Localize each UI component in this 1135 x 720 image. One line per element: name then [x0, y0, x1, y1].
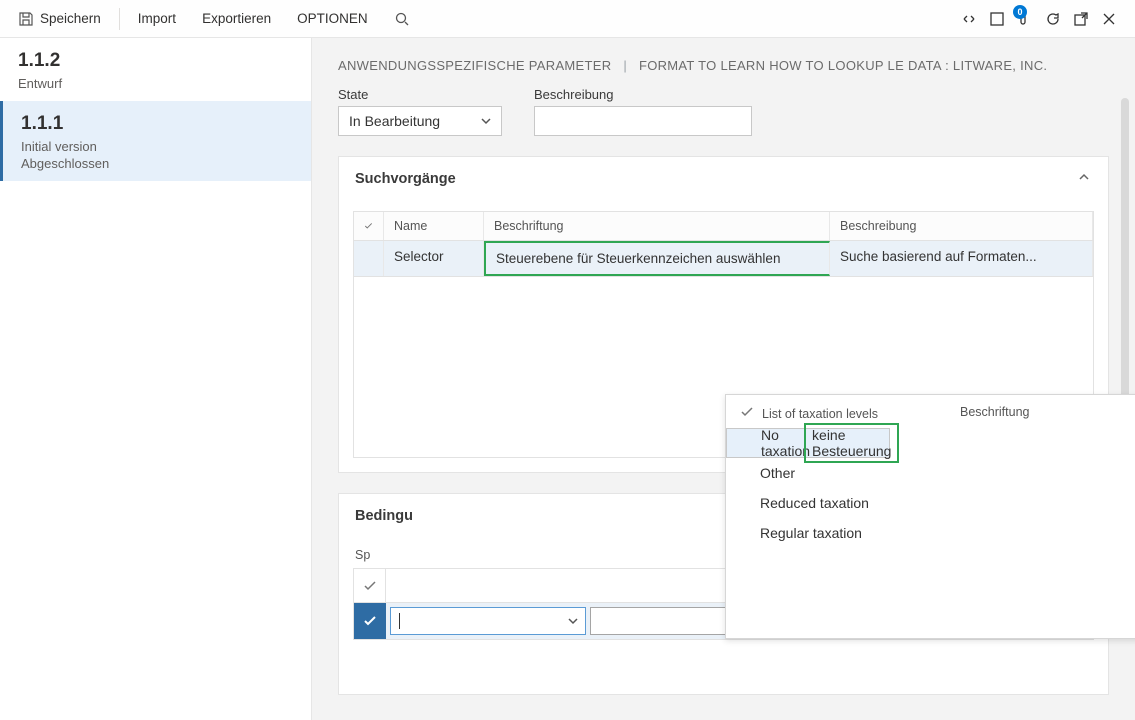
chevron-down-icon [479, 114, 493, 131]
dropdown-label: keine Besteuerung [810, 425, 893, 461]
taxation-dropdown: List of taxation levels Beschriftung No … [725, 394, 1135, 639]
condition-taxlevel-select[interactable] [390, 607, 586, 635]
description-field: Beschreibung [534, 87, 752, 136]
app-toolbar: Speichern Import Exportieren OPTIONEN 0 [0, 0, 1135, 38]
app-switcher-icon[interactable] [961, 11, 977, 27]
import-button[interactable]: Import [128, 4, 186, 34]
dropdown-header: List of taxation levels Beschriftung [726, 395, 1135, 428]
lookups-grid-header: Name Beschriftung Beschreibung [354, 212, 1093, 241]
row-label: Steuerebene für Steuerkennzeichen auswäh… [484, 241, 830, 276]
row-description: Suche basierend auf Formaten... [830, 241, 1093, 276]
lookups-header[interactable]: Suchvorgänge [339, 157, 1108, 201]
breadcrumb: ANWENDUNGSSPEZIFISCHE PARAMETER | FORMAT… [338, 58, 1109, 73]
options-button[interactable]: OPTIONEN [287, 4, 378, 34]
sidebar-item-1-1-1[interactable]: 1.1.1 Initial version Abgeschlossen [0, 101, 311, 181]
import-label: Import [138, 11, 176, 26]
version-state: Abgeschlossen [21, 156, 293, 171]
row-selected-checkbox[interactable] [354, 603, 386, 639]
dropdown-label [960, 495, 1135, 511]
version-subtitle: Initial version [21, 139, 293, 154]
row-name: Selector [384, 241, 484, 276]
version-sidebar: 1.1.2 Entwurf 1.1.1 Initial version Abge… [0, 38, 312, 720]
chevron-down-icon [567, 615, 579, 630]
checkbox-column[interactable] [354, 212, 384, 240]
close-icon[interactable] [1101, 11, 1117, 27]
dropdown-label [960, 525, 1135, 541]
col-name[interactable]: Name [384, 212, 484, 240]
version-number: 1.1.2 [18, 50, 293, 72]
row-checkbox[interactable] [354, 241, 384, 276]
version-number: 1.1.1 [21, 113, 293, 135]
breadcrumb-separator: | [615, 58, 635, 73]
options-label: OPTIONEN [297, 11, 368, 26]
dropdown-item-no-taxation[interactable]: No taxation keine Besteuerung [726, 428, 890, 458]
dropdown-item-other[interactable]: Other [726, 458, 1135, 488]
attach-icon[interactable]: 0 [1017, 9, 1033, 28]
search-button[interactable] [384, 4, 420, 34]
col-label[interactable]: Beschriftung [484, 212, 830, 240]
popout-icon[interactable] [1073, 11, 1089, 27]
description-label: Beschreibung [534, 87, 752, 102]
dropdown-item-regular[interactable]: Regular taxation [726, 518, 1135, 548]
state-label: State [338, 87, 502, 102]
text-caret [399, 613, 400, 629]
col-description[interactable]: Beschreibung [830, 212, 1093, 240]
version-state: Entwurf [18, 76, 293, 91]
conditions-title: Bedingu [355, 508, 413, 524]
refresh-icon[interactable] [1045, 11, 1061, 27]
header-fields: State In Bearbeitung Beschreibung [338, 87, 1109, 136]
office-icon[interactable] [989, 11, 1005, 27]
breadcrumb-root[interactable]: ANWENDUNGSSPEZIFISCHE PARAMETER [338, 58, 611, 73]
toolbar-separator [119, 8, 120, 30]
dropdown-label [960, 465, 1135, 481]
description-input[interactable] [534, 106, 752, 136]
dropdown-level: Regular taxation [760, 525, 960, 541]
check-icon [740, 405, 754, 422]
dropdown-level: Reduced taxation [760, 495, 960, 511]
save-icon [18, 11, 34, 27]
toolbar-right: 0 [961, 9, 1127, 28]
lookups-title: Suchvorgänge [355, 171, 456, 187]
save-button[interactable]: Speichern [8, 4, 111, 34]
search-icon [394, 11, 410, 27]
sidebar-item-1-1-2[interactable]: 1.1.2 Entwurf [0, 38, 311, 101]
checkbox-column[interactable] [354, 569, 386, 602]
dropdown-level: Other [760, 465, 960, 481]
breadcrumb-current: FORMAT TO LEARN HOW TO LOOKUP LE DATA : … [639, 58, 1047, 73]
lookups-row[interactable]: Selector Steuerebene für Steuerkennzeich… [354, 241, 1093, 277]
state-select[interactable]: In Bearbeitung [338, 106, 502, 136]
export-button[interactable]: Exportieren [192, 4, 281, 34]
main-content: ANWENDUNGSSPEZIFISCHE PARAMETER | FORMAT… [312, 38, 1135, 720]
dropdown-col-label[interactable]: Beschriftung [960, 405, 1135, 422]
export-label: Exportieren [202, 11, 271, 26]
state-field: State In Bearbeitung [338, 87, 502, 136]
dropdown-item-reduced[interactable]: Reduced taxation [726, 488, 1135, 518]
chevron-up-icon [1076, 169, 1092, 189]
save-label: Speichern [40, 11, 101, 26]
attach-badge: 0 [1013, 5, 1027, 19]
dropdown-level: No taxation [761, 427, 810, 459]
dropdown-col-level[interactable]: List of taxation levels [762, 407, 878, 421]
toolbar-left: Speichern Import Exportieren OPTIONEN [8, 4, 420, 34]
state-value: In Bearbeitung [349, 113, 440, 129]
